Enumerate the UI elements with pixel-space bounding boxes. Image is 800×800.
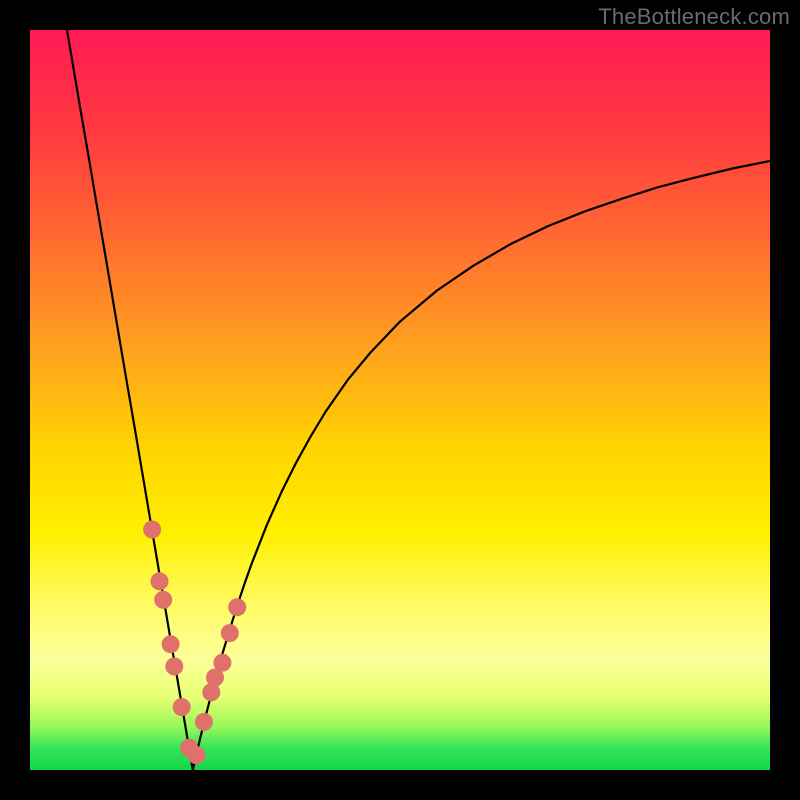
watermark-text: TheBottleneck.com [598, 4, 790, 30]
marker-dot [188, 746, 206, 764]
marker-dot [195, 713, 213, 731]
marker-dots [143, 521, 246, 765]
chart-svg [30, 30, 770, 770]
marker-dot [213, 654, 231, 672]
marker-dot [221, 624, 239, 642]
marker-dot [162, 635, 180, 653]
chart-frame: TheBottleneck.com [0, 0, 800, 800]
marker-dot [143, 521, 161, 539]
marker-dot [151, 572, 169, 590]
marker-dot [154, 591, 172, 609]
plot-area [30, 30, 770, 770]
marker-dot [228, 598, 246, 616]
marker-dot [165, 657, 183, 675]
marker-dot [173, 698, 191, 716]
